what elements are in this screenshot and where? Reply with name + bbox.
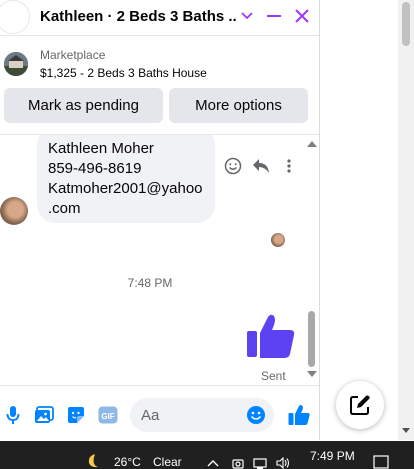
- scroll-down-arrow[interactable]: [402, 428, 410, 433]
- weather-description[interactable]: Clear: [153, 455, 182, 469]
- weather-temperature[interactable]: 26°C: [114, 455, 141, 469]
- seen-avatar: [271, 233, 285, 247]
- message-scrollbar[interactable]: [304, 135, 319, 384]
- sticker-icon[interactable]: [65, 404, 87, 426]
- page-scrollbar[interactable]: [398, 0, 414, 440]
- volume-icon[interactable]: [276, 456, 290, 469]
- gif-icon[interactable]: GIF: [97, 404, 119, 426]
- page-scrollbar-thumb[interactable]: [402, 2, 410, 46]
- close-icon[interactable]: [290, 4, 314, 28]
- mark-as-pending-button[interactable]: Mark as pending: [4, 88, 163, 123]
- more-options-button[interactable]: More options: [169, 88, 308, 123]
- scroll-down-arrow[interactable]: [307, 371, 317, 377]
- reply-icon[interactable]: [250, 155, 272, 177]
- listing-thumbnail: [4, 52, 28, 76]
- compose-icon: [350, 395, 370, 415]
- received-message-bubble[interactable]: Kathleen Moher 859-496-8619 Katmoher2001…: [37, 135, 215, 223]
- chat-window: Kathleen · 2 Beds 3 Baths ... Marketplac…: [0, 0, 320, 440]
- avatar[interactable]: [0, 0, 30, 34]
- minimize-icon[interactable]: [262, 4, 286, 28]
- chat-header: Kathleen · 2 Beds 3 Baths ...: [0, 0, 319, 36]
- marketplace-listing[interactable]: Marketplace $1,325 - 2 Beds 3 Baths Hous…: [0, 44, 319, 86]
- clock-time[interactable]: 7:49 PM: [310, 449, 355, 463]
- moon-weather-icon[interactable]: [84, 453, 102, 469]
- message-list[interactable]: Kathleen Moher 859-496-8619 Katmoher2001…: [0, 135, 304, 384]
- chevron-up-icon[interactable]: [206, 456, 220, 469]
- message-line: Kathleen Moher: [48, 140, 154, 157]
- chat-title[interactable]: Kathleen · 2 Beds 3 Baths ...: [40, 8, 236, 25]
- emoji-icon[interactable]: [246, 405, 266, 425]
- smile-icon[interactable]: [222, 155, 244, 177]
- more-vertical-icon[interactable]: [278, 155, 300, 177]
- message-line: Katmoher2001@yahoo: [48, 180, 203, 197]
- message-line: .com: [48, 200, 81, 217]
- thumbs-up-icon[interactable]: [287, 403, 311, 427]
- message-line: 859-496-8619: [48, 160, 142, 177]
- camera-icon[interactable]: [231, 456, 245, 469]
- sent-status: Sent: [261, 369, 286, 383]
- listing-actions: Mark as pending More options: [0, 88, 319, 124]
- photo-icon[interactable]: [33, 404, 55, 426]
- chevron-down-icon[interactable]: [235, 4, 259, 28]
- svg-text:GIF: GIF: [101, 412, 114, 421]
- listing-source: Marketplace: [40, 48, 106, 62]
- microphone-icon[interactable]: [2, 404, 24, 426]
- network-icon[interactable]: [253, 456, 267, 469]
- sent-thumbs-up-icon[interactable]: [246, 311, 296, 361]
- notification-icon[interactable]: [372, 455, 390, 469]
- listing-description: $1,325 - 2 Beds 3 Baths House: [40, 66, 207, 80]
- sender-avatar[interactable]: [0, 197, 28, 225]
- scrollbar-thumb[interactable]: [308, 311, 315, 367]
- new-message-button[interactable]: [336, 381, 384, 429]
- taskbar: 26°C Clear 7:49 PM: [0, 441, 414, 469]
- composer: GIF: [0, 385, 319, 440]
- message-timestamp: 7:48 PM: [127, 276, 173, 290]
- scroll-up-arrow[interactable]: [307, 141, 317, 147]
